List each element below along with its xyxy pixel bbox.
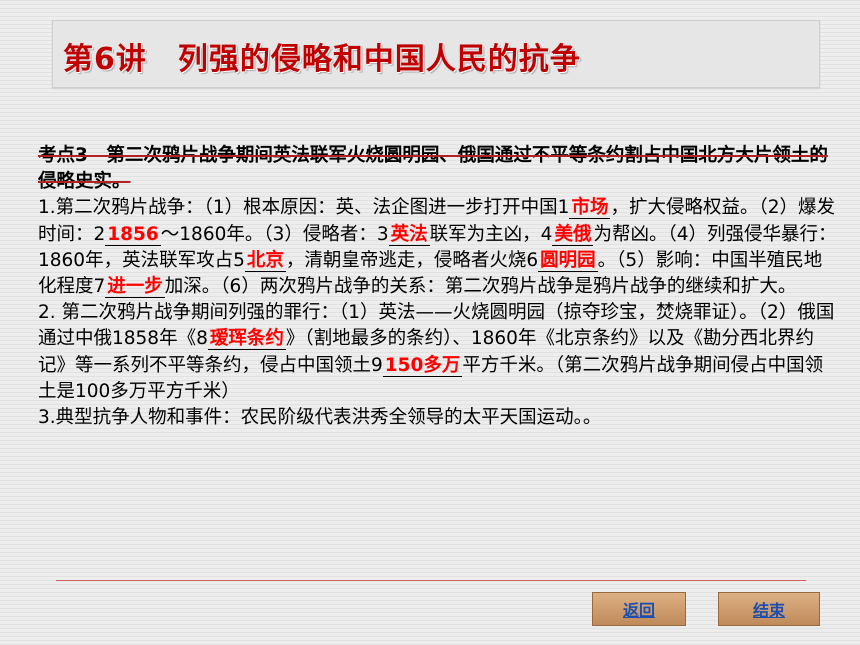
paragraph-3: 3.典型抗争人物和事件：农民阶级代表洪秀全领导的太平天国运动。。 <box>38 407 602 429</box>
page-title: 第6讲 列强的侵略和中国人民的抗争 <box>63 42 581 77</box>
paragraph-2: 2. 第二次鸦片战争期间列强的罪行：（1）英法——火烧圆明园（掠夺珍宝，焚烧罪证… <box>38 300 838 405</box>
p1-text-a: 1.第二次鸦片战争：（1）根本原因：英、法企图进一步打开中国1 <box>38 197 570 219</box>
blank-8: 瑷珲条约 <box>207 328 286 351</box>
section-heading-text: 考点3 第二次鸦片战争期间英法联军火烧圆明园、俄国通过不平等条约割占中国北方大片… <box>38 145 828 193</box>
blank-5: 北京 <box>244 249 286 272</box>
bottom-divider <box>56 580 806 581</box>
section-heading: 考点3 第二次鸦片战争期间英法联军火烧圆明园、俄国通过不平等条约割占中国北方大片… <box>38 143 838 195</box>
paragraph-1: 1.第二次鸦片战争：（1）根本原因：英、法企图进一步打开中国1 市场 ，扩大侵略权益… <box>38 195 838 300</box>
p1-text-e: 联军为主凶，4 <box>429 223 553 245</box>
blank-3: 英法 <box>388 223 430 246</box>
content-body: 考点3 第二次鸦片战争期间英法联军火烧圆明园、俄国通过不平等条约割占中国北方大片… <box>38 143 838 431</box>
end-button[interactable]: 结束 <box>718 592 820 626</box>
blank-4: 美俄 <box>552 223 594 246</box>
p1-text-g: ，清朝皇帝逃走，侵略者火烧6 <box>285 249 539 271</box>
blank-6: 圆明园 <box>538 249 598 272</box>
blank-1: 市场 <box>569 197 611 220</box>
blank-2: 1856 <box>105 223 161 246</box>
blank-7: 进一步 <box>105 276 165 299</box>
blank-9: 150多万 <box>382 354 463 377</box>
p1-text-d: ～1860年。（3）侵略者：3 <box>160 223 389 245</box>
back-button[interactable]: 返回 <box>592 592 686 626</box>
title-panel: 第6讲 列强的侵略和中国人民的抗争 <box>52 20 820 88</box>
p1-text-i: 加深。（6）两次鸦片战争的关系：第二次鸦片战争是鸦片战争的继续和扩大。 <box>164 276 797 298</box>
